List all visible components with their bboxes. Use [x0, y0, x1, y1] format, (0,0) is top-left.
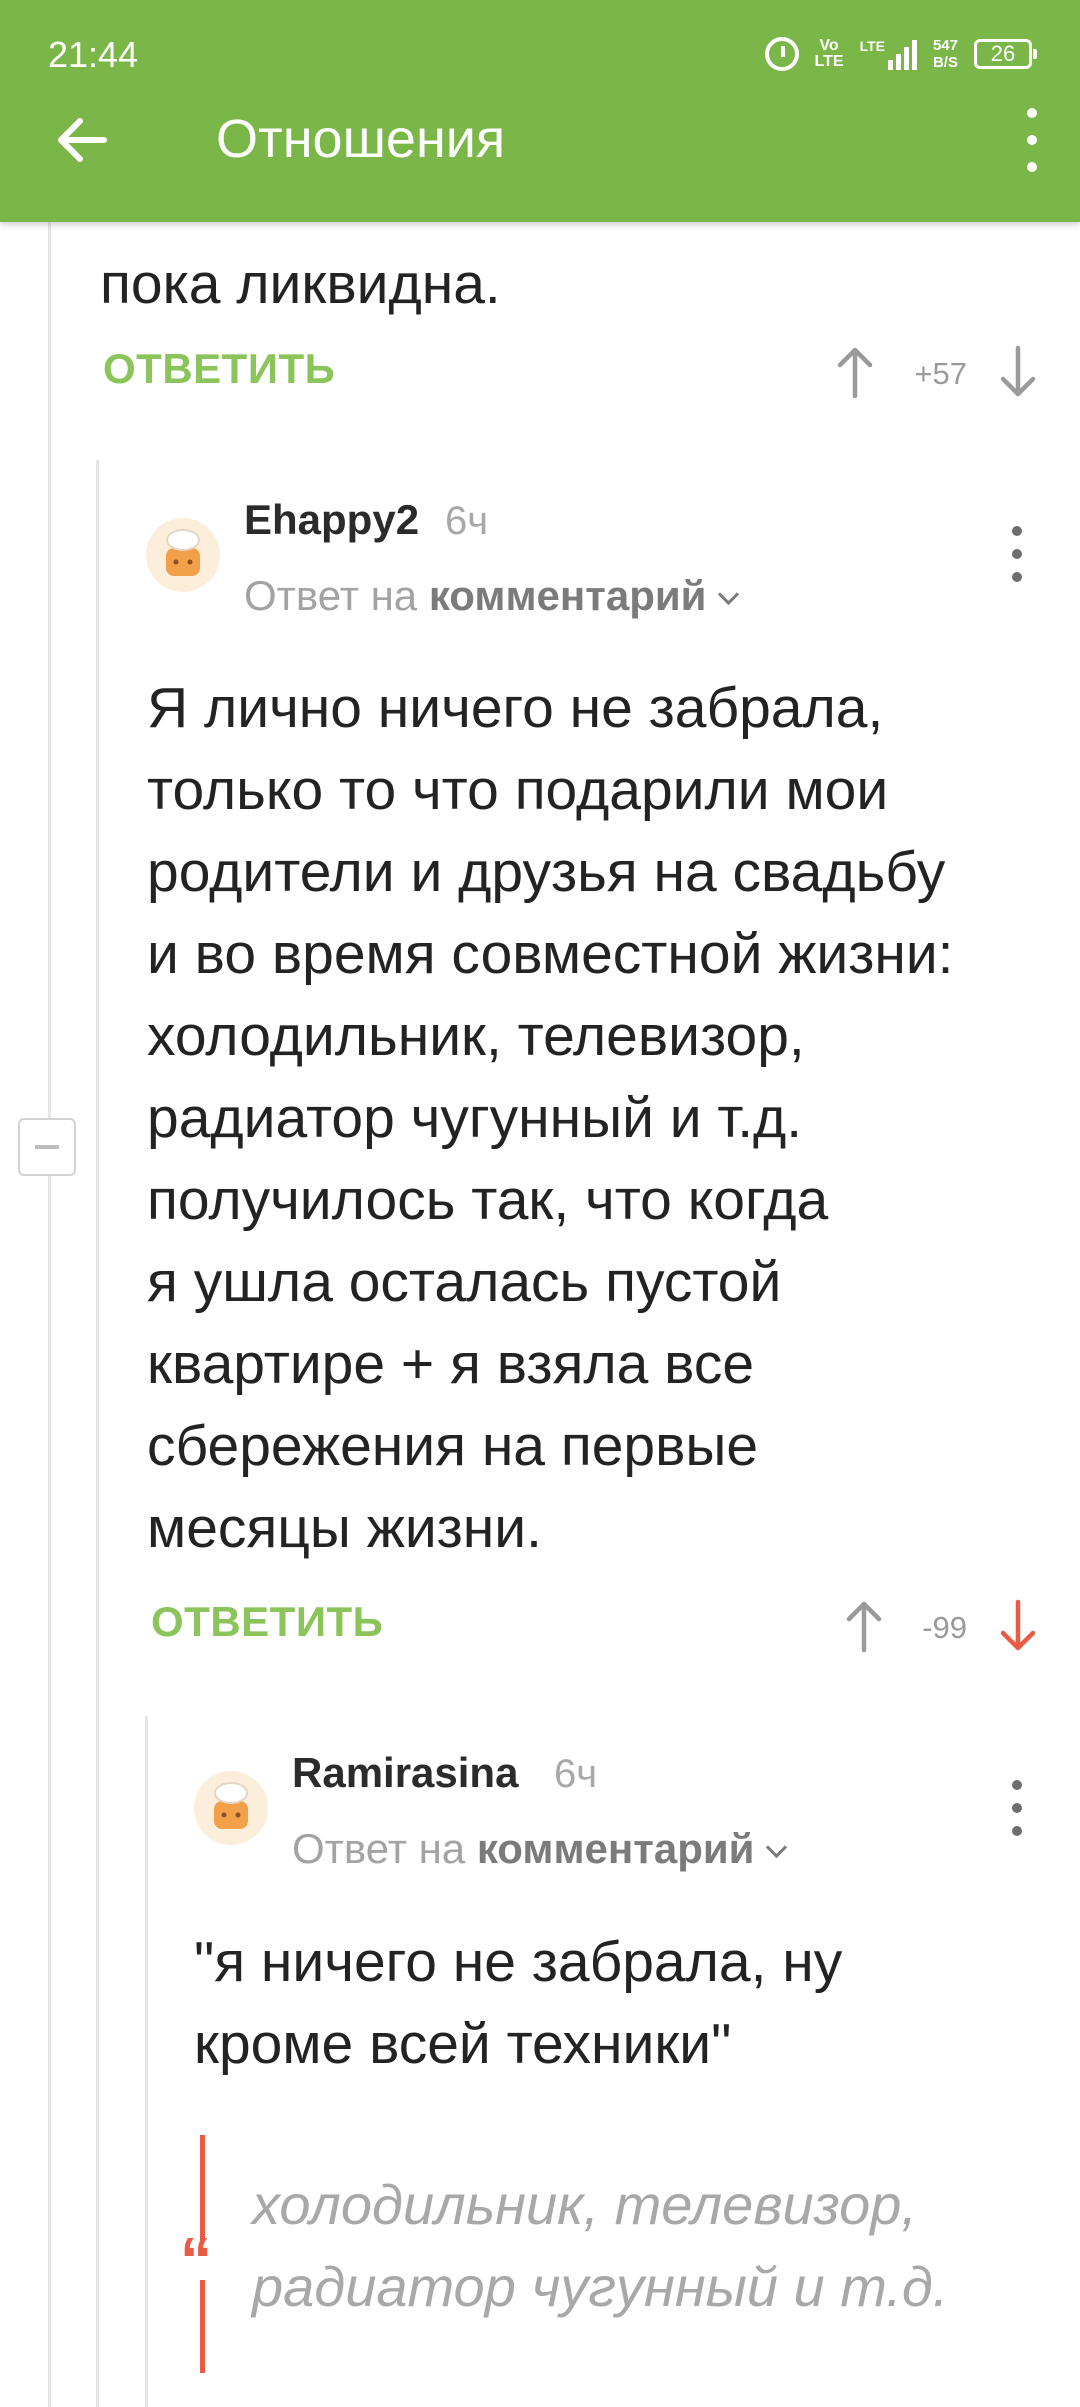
quote-text: холодильник, телевизор, радиатор чугунны…: [252, 2173, 949, 2318]
reply-button[interactable]: ОТВЕТИТЬ: [151, 1598, 383, 1646]
comment-menu-icon[interactable]: [1005, 1780, 1029, 1836]
comment-author[interactable]: Ramirasina: [292, 1749, 518, 1797]
signal-icon: LTE: [860, 38, 917, 70]
more-vertical-icon[interactable]: [1012, 108, 1052, 172]
quote-icon: “: [180, 2224, 212, 2296]
comment-author[interactable]: Ehappy2: [244, 496, 419, 544]
arrow-down-icon: [1000, 345, 1036, 397]
avatar[interactable]: [194, 1771, 268, 1845]
comment-time: 6ч: [445, 499, 489, 543]
thread-line-level-2: [96, 460, 99, 2407]
arrow-down-icon: [1000, 1599, 1036, 1651]
thread-line-level-3: [145, 1716, 148, 2407]
alarm-icon: [764, 37, 799, 71]
user-avatar-icon: [214, 1782, 248, 1829]
upvote-button[interactable]: [844, 1598, 884, 1654]
status-time: 21:44: [48, 34, 139, 75]
comment-text: "я ничего не забрала, ну кроме всей техн…: [194, 1930, 843, 2076]
reply-button[interactable]: ОТВЕТИТЬ: [103, 345, 335, 393]
comment-text: пока ликвидна.: [100, 252, 501, 316]
downvote-button[interactable]: [998, 1598, 1038, 1654]
network-speed: 547 B/S: [932, 37, 958, 71]
downvote-button[interactable]: [998, 344, 1038, 400]
network-type-label: LTE: [859, 38, 885, 54]
chevron-down-icon: [765, 1836, 787, 1859]
comment-score: +57: [914, 356, 967, 391]
user-avatar-icon: [166, 529, 200, 576]
status-icons: Vo LTE LTE 547 B/S 26: [764, 30, 1037, 78]
reply-to-link[interactable]: Ответ на комментарий: [292, 1825, 787, 1873]
back-arrow-icon[interactable]: [48, 105, 118, 175]
comment-time: 6ч: [554, 1752, 598, 1796]
collapse-thread-button[interactable]: [18, 1118, 76, 1176]
battery-icon: 26: [974, 39, 1037, 69]
comment-score: -99: [922, 1610, 967, 1645]
arrow-up-icon: [846, 1601, 882, 1653]
reply-to-prefix: Ответ на: [244, 572, 418, 619]
page-title: Отношения: [216, 109, 506, 169]
avatar[interactable]: [146, 518, 220, 592]
reply-to-prefix: Ответ на: [292, 1825, 466, 1872]
battery-level: 26: [990, 41, 1016, 66]
reply-to-target: комментарий: [476, 1825, 755, 1872]
app-header: 21:44 Vo LTE LTE 547 B/S 26 Отношения: [0, 0, 1080, 222]
thread-line-level-1: [48, 222, 51, 2407]
comment-menu-icon[interactable]: [1005, 526, 1029, 582]
reply-to-link[interactable]: Ответ на комментарий: [244, 572, 739, 620]
upvote-button[interactable]: [835, 344, 875, 400]
chevron-down-icon: [717, 583, 739, 606]
volte-icon: Vo LTE: [814, 37, 844, 70]
reply-to-target: комментарий: [428, 572, 707, 619]
arrow-up-icon: [837, 347, 873, 399]
comment-text: Я лично ничего не забрала, только то что…: [147, 676, 954, 1560]
